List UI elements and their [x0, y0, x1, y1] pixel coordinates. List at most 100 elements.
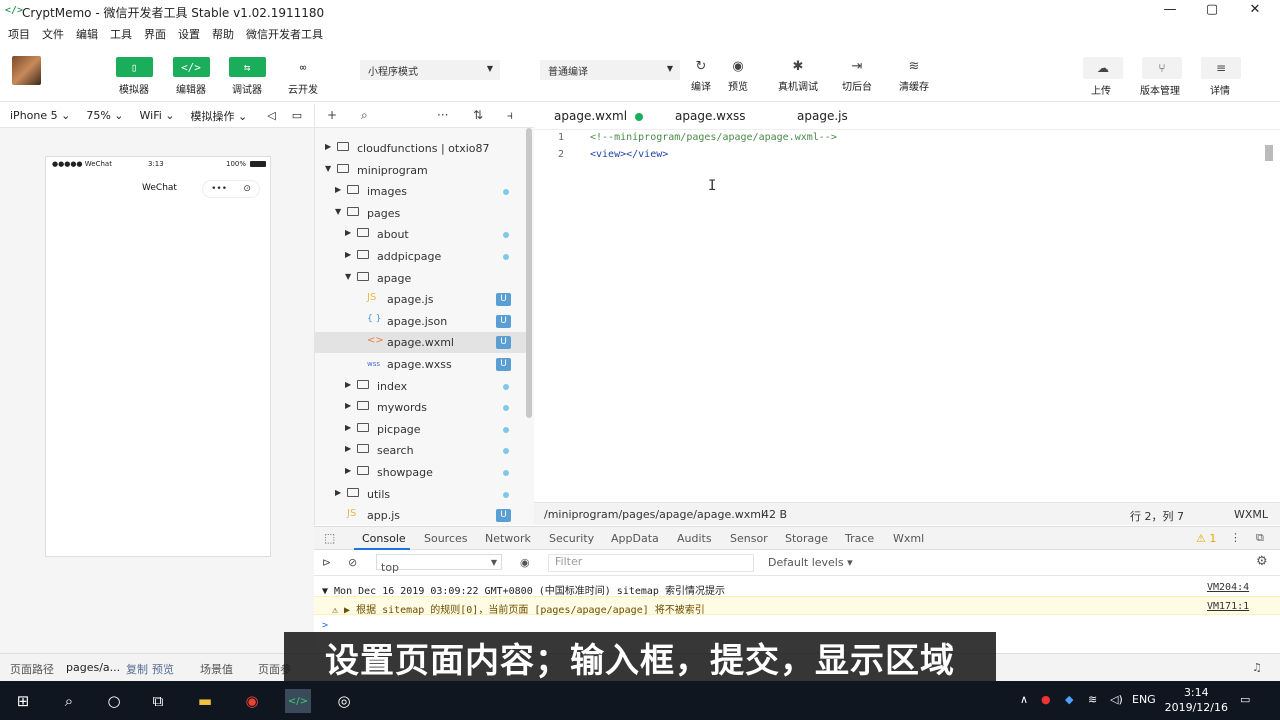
zoom-select[interactable]: 75% ⌄	[86, 109, 123, 122]
close-button[interactable]: ✕	[1240, 2, 1270, 22]
tree-item[interactable]: wss apage.wxss U	[315, 354, 527, 375]
tree-item[interactable]: ▶ about	[315, 224, 527, 245]
collapse-arrow-icon[interactable]: ▶	[345, 423, 351, 432]
log-levels-select[interactable]: Default levels ▾	[768, 556, 853, 569]
more-icon[interactable]: ···	[437, 108, 448, 122]
tree-item[interactable]: ▶ cloudfunctions | otxio87	[315, 138, 527, 159]
copy-link[interactable]: 复制	[126, 661, 148, 677]
tree-item[interactable]: ▶ utils	[315, 484, 527, 505]
collapse-arrow-icon[interactable]: ▶	[345, 228, 351, 237]
tree-item[interactable]: JS apage.js U	[315, 289, 527, 310]
editor-toggle-button[interactable]: </> 编辑器	[172, 57, 210, 96]
cloud-dev-button[interactable]: ∞ 云开发	[284, 57, 322, 96]
expand-arrow-icon[interactable]: ▼	[335, 207, 341, 216]
collapse-arrow-icon[interactable]: ▶	[335, 185, 341, 194]
background-switch-button[interactable]: ⇥ 切后台	[835, 56, 879, 93]
tree-item[interactable]: JS app.js U	[315, 505, 527, 525]
gear-icon[interactable]: ⚙	[1256, 554, 1268, 569]
record-icon[interactable]: ●	[1041, 693, 1051, 706]
collapse-arrow-icon[interactable]: ▶	[345, 250, 351, 259]
mode-select[interactable]: 小程序模式 ▼	[360, 60, 500, 80]
notification-icon[interactable]: ▭	[1240, 693, 1250, 706]
console-warning[interactable]: ⚠ ▶ 根据 sitemap 的规则[0]，当前页面 [pages/apage/…	[314, 596, 1280, 616]
simulator-toggle-button[interactable]: ▯ 模拟器	[115, 57, 153, 96]
search-icon[interactable]: ⌕	[361, 108, 368, 123]
tree-item[interactable]: ▶ picpage	[315, 419, 527, 440]
file-tree-scrollbar[interactable]	[526, 128, 532, 418]
tree-item[interactable]: ▼ pages	[315, 203, 527, 224]
collapse-arrow-icon[interactable]: ▶	[345, 444, 351, 453]
tab-console[interactable]: Console	[362, 532, 406, 545]
clear-console-icon[interactable]: ⊘	[348, 556, 357, 569]
console-message[interactable]: ▼ Mon Dec 16 2019 03:09:22 GMT+0800 (中国标…	[314, 578, 1280, 597]
preview-button[interactable]: ◉ 预览	[716, 56, 760, 93]
menu-devtools[interactable]: 微信开发者工具	[246, 26, 323, 42]
debugger-toggle-button[interactable]: ⇆ 调试器	[228, 57, 266, 96]
tree-item[interactable]: ▶ index	[315, 376, 527, 397]
tree-item[interactable]: ▶ addpicpage	[315, 246, 527, 267]
menu-tools[interactable]: 工具	[110, 26, 132, 42]
cursor-position[interactable]: 行 2，列 7	[1130, 508, 1184, 524]
tree-item[interactable]: ▶ showpage	[315, 462, 527, 483]
network-select[interactable]: WiFi ⌄	[140, 109, 175, 122]
collapse-arrow-icon[interactable]: ▶	[345, 401, 351, 410]
avatar[interactable]	[12, 56, 41, 85]
tree-item[interactable]: ▶ mywords	[315, 397, 527, 418]
code-editor[interactable]: 1 <!--miniprogram/pages/apage/apage.wxml…	[534, 130, 1280, 502]
eye-icon[interactable]: ◉	[520, 556, 530, 569]
add-file-icon[interactable]: +	[327, 108, 337, 122]
tab-trace[interactable]: Trace	[845, 532, 874, 545]
tab-appdata[interactable]: AppData	[611, 532, 659, 545]
cortana-icon[interactable]: ○	[102, 689, 126, 713]
compile-mode-select[interactable]: 普通编译 ▼	[540, 60, 680, 80]
tab-apage-wxss[interactable]: apage.wxss	[675, 109, 746, 123]
operation-select[interactable]: 模拟操作 ⌄	[191, 108, 248, 124]
menu-help[interactable]: 帮助	[212, 26, 234, 42]
tab-network[interactable]: Network	[485, 532, 531, 545]
close-circle-icon[interactable]: ⊙	[243, 184, 251, 194]
device-select[interactable]: iPhone 5 ⌄	[10, 109, 70, 122]
wifi-icon[interactable]: ≋	[1088, 693, 1097, 706]
inspect-icon[interactable]: ⬚	[324, 531, 335, 545]
remote-debug-button[interactable]: ✱ 真机调试	[776, 56, 820, 93]
menu-settings[interactable]: 设置	[178, 26, 200, 42]
collapse-arrow-icon[interactable]: ▶	[345, 466, 351, 475]
collapse-arrow-icon[interactable]: ▶	[325, 142, 331, 151]
language-mode[interactable]: WXML	[1234, 508, 1268, 521]
menu-edit[interactable]: 编辑	[76, 26, 98, 42]
obs-icon[interactable]: ◎	[332, 689, 356, 713]
tab-sources[interactable]: Sources	[424, 532, 468, 545]
volume-icon[interactable]: ◁	[267, 109, 275, 122]
menu-view[interactable]: 界面	[144, 26, 166, 42]
details-button[interactable]: ≡	[1201, 57, 1241, 79]
more-options-icon[interactable]: ⋮	[1230, 531, 1241, 544]
tab-storage[interactable]: Storage	[785, 532, 828, 545]
file-explorer-icon[interactable]: ▬	[193, 689, 217, 713]
rotate-icon[interactable]: ▭	[292, 109, 302, 122]
clock[interactable]: 3:14 2019/12/16	[1165, 685, 1228, 715]
tree-item[interactable]: <> apage.wxml U	[315, 332, 527, 354]
collapse-arrow-icon[interactable]: ▶	[345, 380, 351, 389]
tree-item[interactable]: ▼ miniprogram	[315, 160, 527, 181]
tab-wxml[interactable]: Wxml	[893, 532, 924, 545]
tab-apage-js[interactable]: apage.js	[797, 109, 848, 123]
expand-arrow-icon[interactable]: ▼	[345, 272, 351, 281]
maximize-button[interactable]: ▢	[1197, 2, 1227, 22]
tab-security[interactable]: Security	[549, 532, 594, 545]
filter-input[interactable]: Filter	[548, 554, 754, 572]
tab-sensor[interactable]: Sensor	[730, 532, 768, 545]
tree-item[interactable]: ▼ apage	[315, 268, 527, 289]
tree-item[interactable]: ▶ search	[315, 440, 527, 461]
split-icon[interactable]: ⫞	[507, 108, 513, 123]
more-icon[interactable]: •••	[211, 184, 227, 194]
input-language[interactable]: ENG	[1132, 693, 1156, 706]
phone-capsule[interactable]: ••• ⊙	[202, 180, 260, 198]
show-hidden-icons[interactable]: ∧	[1020, 693, 1028, 706]
sort-icon[interactable]: ⇅	[473, 108, 483, 122]
shield-icon[interactable]: ◆	[1065, 693, 1073, 706]
undock-icon[interactable]: ⧉	[1256, 531, 1264, 545]
clear-cache-button[interactable]: ≋ 清缓存	[892, 56, 936, 93]
preview-link[interactable]: 预览	[152, 661, 174, 677]
tree-item[interactable]: ▶ images	[315, 181, 527, 202]
chrome-icon[interactable]: ◉	[240, 689, 264, 713]
